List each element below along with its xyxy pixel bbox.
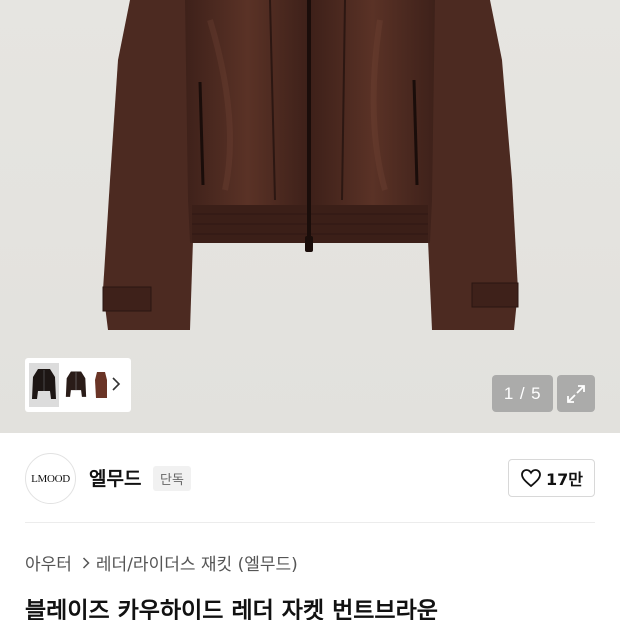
like-button[interactable]: 17만 [508, 459, 595, 497]
product-title: 블레이즈 카우하이드 레더 자켓 번트브라운 [25, 598, 438, 620]
thumbnail-3[interactable] [93, 363, 109, 407]
exclusive-badge: 단독 [153, 466, 191, 491]
chevron-right-icon[interactable] [111, 375, 121, 393]
image-counter: 1 / 5 [492, 375, 553, 412]
product-image-gallery[interactable]: 1 / 5 [0, 0, 620, 433]
brand-logo-text: LMOOD [31, 472, 70, 485]
total-image-count: 5 [531, 383, 542, 403]
thumbnail-strip[interactable] [25, 358, 131, 412]
breadcrumb-category[interactable]: 아우터 [25, 550, 72, 575]
jacket-thumbnail-icon [32, 369, 56, 399]
counter-separator: / [519, 383, 526, 403]
jacket-thumbnail-icon [65, 371, 87, 397]
breadcrumb-subcategory[interactable]: 레더/라이더스 재킷 (엘무드) [96, 550, 298, 575]
jacket-thumbnail-icon [95, 372, 107, 398]
thumbnail-1[interactable] [29, 363, 59, 407]
expand-icon [567, 384, 585, 403]
thumbnail-2[interactable] [61, 363, 91, 407]
breadcrumb: 아우터 레더/라이더스 재킷 (엘무드) [25, 550, 298, 575]
brand-name-link[interactable]: 엘무드 [89, 464, 141, 491]
divider [25, 522, 595, 523]
brand-logo[interactable]: LMOOD [25, 453, 76, 504]
like-count: 17만 [546, 470, 583, 489]
brand-row: LMOOD 엘무드 단독 17만 [0, 433, 620, 523]
current-image-index: 1 [503, 383, 514, 403]
heart-icon [521, 469, 541, 488]
expand-button[interactable] [557, 375, 595, 412]
chevron-right-icon [82, 556, 90, 570]
